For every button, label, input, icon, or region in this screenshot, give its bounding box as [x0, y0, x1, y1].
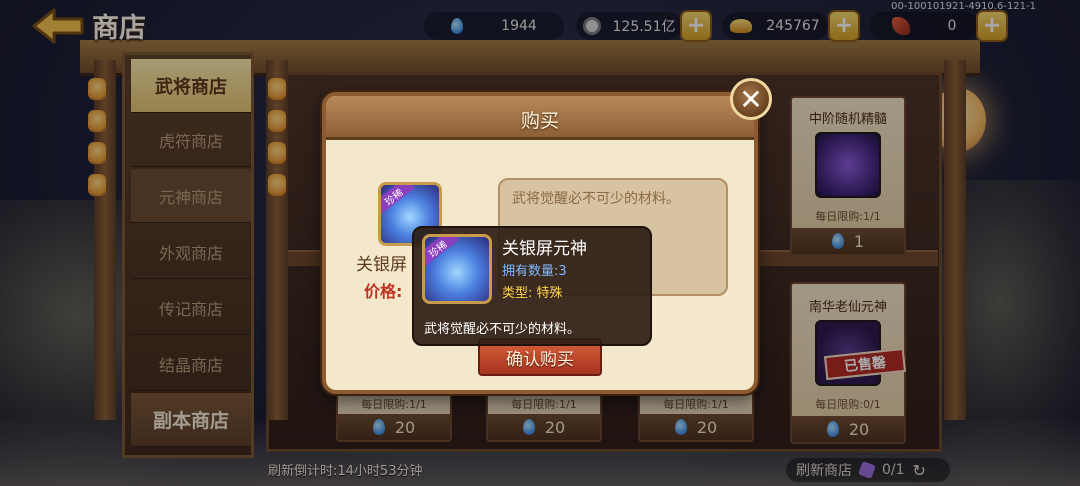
purchase-item-name: 关银屏 — [356, 255, 407, 275]
modal-header: 购买 — [326, 96, 754, 140]
rare-tag: 珍稀 — [425, 237, 459, 268]
tooltip-item-type: 类型: 特殊 — [502, 286, 563, 301]
purchase-price-label: 价格: — [364, 282, 403, 301]
tooltip-description: 武将觉醒必不可少的材料。 — [424, 322, 581, 337]
modal-title: 购买 — [520, 110, 559, 132]
soul-item-icon: 珍稀 — [422, 234, 492, 304]
item-tooltip: 珍稀 关银屏元神 拥有数量:3 类型: 特殊 武将觉醒必不可少的材料。 — [412, 226, 652, 346]
tooltip-item-name: 关银屏元神 — [502, 239, 587, 259]
rare-tag: 珍稀 — [381, 185, 415, 216]
tooltip-owned-count: 拥有数量:3 — [502, 264, 567, 279]
close-icon[interactable]: ✕ — [730, 78, 772, 120]
